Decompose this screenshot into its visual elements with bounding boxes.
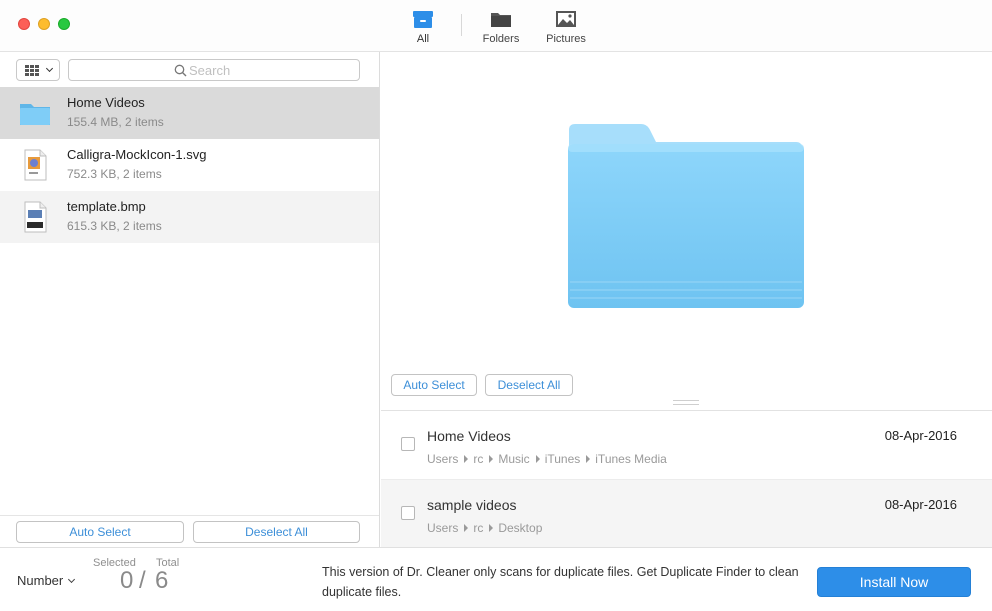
duplicate-date: 08-Apr-2016	[884, 428, 957, 443]
tab-pictures[interactable]: Pictures	[544, 8, 588, 48]
folder-icon	[491, 13, 511, 27]
tab-all[interactable]: All	[408, 8, 438, 48]
window-close-button[interactable]	[18, 18, 30, 30]
list-item[interactable]: template.bmp 615.3 KB, 2 items	[0, 191, 379, 243]
table-row[interactable]: Home Videos 08-Apr-2016 Users rc Music iTun…	[381, 411, 992, 480]
auto-select-button[interactable]: Auto Select	[16, 521, 184, 543]
folder-icon	[20, 104, 50, 125]
breadcrumb-arrow-icon	[489, 455, 494, 463]
search-input[interactable]	[68, 59, 360, 81]
file-group-list: Home Videos 155.4 MB, 2 items Calligra-M…	[0, 87, 379, 243]
select-checkbox[interactable]	[401, 437, 415, 451]
breadcrumb-arrow-icon	[464, 455, 469, 463]
path-breadcrumb: Users rc Desktop	[427, 521, 542, 535]
toolbar-divider	[461, 14, 462, 36]
tab-all-label: All	[416, 33, 430, 45]
file-preview	[381, 52, 992, 402]
path-segment: rc	[473, 521, 484, 535]
breadcrumb-arrow-icon	[464, 524, 469, 532]
duplicate-list: Home Videos 08-Apr-2016 Users rc Music iTun…	[381, 410, 992, 549]
file-meta: 615.3 KB, 2 items	[67, 219, 162, 233]
file-meta: 155.4 MB, 2 items	[67, 115, 164, 129]
detail-deselect-all-button[interactable]: Deselect All	[485, 374, 573, 396]
breadcrumb-arrow-icon	[489, 524, 494, 532]
table-row[interactable]: sample videos 08-Apr-2016 Users rc Desktop	[381, 480, 992, 549]
search-icon	[174, 64, 187, 77]
detail-auto-select-button[interactable]: Auto Select	[391, 374, 477, 396]
path-segment: rc	[473, 452, 484, 466]
grid-view-icon	[25, 65, 39, 76]
path-segment: iTunes Media	[595, 452, 667, 466]
deselect-all-button[interactable]: Deselect All	[193, 521, 360, 543]
duplicate-name: Home Videos	[427, 428, 511, 444]
bmp-file-icon	[24, 201, 47, 233]
path-segment: Users	[427, 452, 459, 466]
chevron-down-icon	[45, 64, 54, 73]
window-minimize-button[interactable]	[38, 18, 50, 30]
duplicate-name: sample videos	[427, 497, 517, 513]
tab-folders-label: Folders	[482, 33, 520, 45]
path-segment: iTunes	[544, 452, 581, 466]
path-segment: Music	[498, 452, 530, 466]
view-mode-button[interactable]	[16, 59, 60, 81]
svg-file-icon	[24, 149, 47, 181]
tab-folders[interactable]: Folders	[480, 8, 522, 48]
left-pane-footer: Auto Select Deselect All	[0, 515, 379, 547]
count-separator: /	[139, 567, 146, 594]
install-now-button[interactable]: Install Now	[817, 567, 971, 597]
file-name: Calligra-MockIcon-1.svg	[67, 147, 207, 162]
file-name: template.bmp	[67, 199, 146, 214]
title-bar: All Folders Pictures	[0, 0, 992, 52]
path-breadcrumb: Users rc Music iTunes iTunes Media	[427, 452, 667, 466]
total-count: 6	[155, 567, 169, 594]
breadcrumb-arrow-icon	[586, 455, 591, 463]
sort-label: Number	[17, 573, 64, 588]
selected-count: 0	[120, 567, 134, 594]
path-segment: Users	[427, 521, 459, 535]
split-drag-handle[interactable]	[673, 400, 699, 405]
tab-pictures-label: Pictures	[546, 33, 586, 45]
large-folder-icon	[568, 124, 804, 308]
all-box-icon	[413, 11, 433, 28]
status-bar: Number Selected Total 0 / 6 This version…	[0, 547, 992, 611]
select-checkbox[interactable]	[401, 506, 415, 520]
upgrade-notice: This version of Dr. Cleaner only scans f…	[322, 565, 799, 599]
breadcrumb-arrow-icon	[535, 455, 540, 463]
path-segment: Desktop	[498, 521, 543, 535]
file-group-pane: Home Videos 155.4 MB, 2 items Calligra-M…	[0, 52, 380, 547]
list-item[interactable]: Home Videos 155.4 MB, 2 items	[0, 87, 379, 139]
picture-icon	[556, 11, 576, 27]
chevron-down-icon	[68, 575, 76, 584]
list-item[interactable]: Calligra-MockIcon-1.svg 752.3 KB, 2 item…	[0, 139, 379, 191]
detail-pane: Auto Select Deselect All Home Videos 08-…	[381, 52, 992, 549]
window-zoom-button[interactable]	[58, 18, 70, 30]
sort-dropdown[interactable]: Number	[17, 573, 76, 588]
file-meta: 752.3 KB, 2 items	[67, 167, 162, 181]
duplicate-date: 08-Apr-2016	[884, 497, 957, 512]
file-name: Home Videos	[67, 95, 145, 110]
